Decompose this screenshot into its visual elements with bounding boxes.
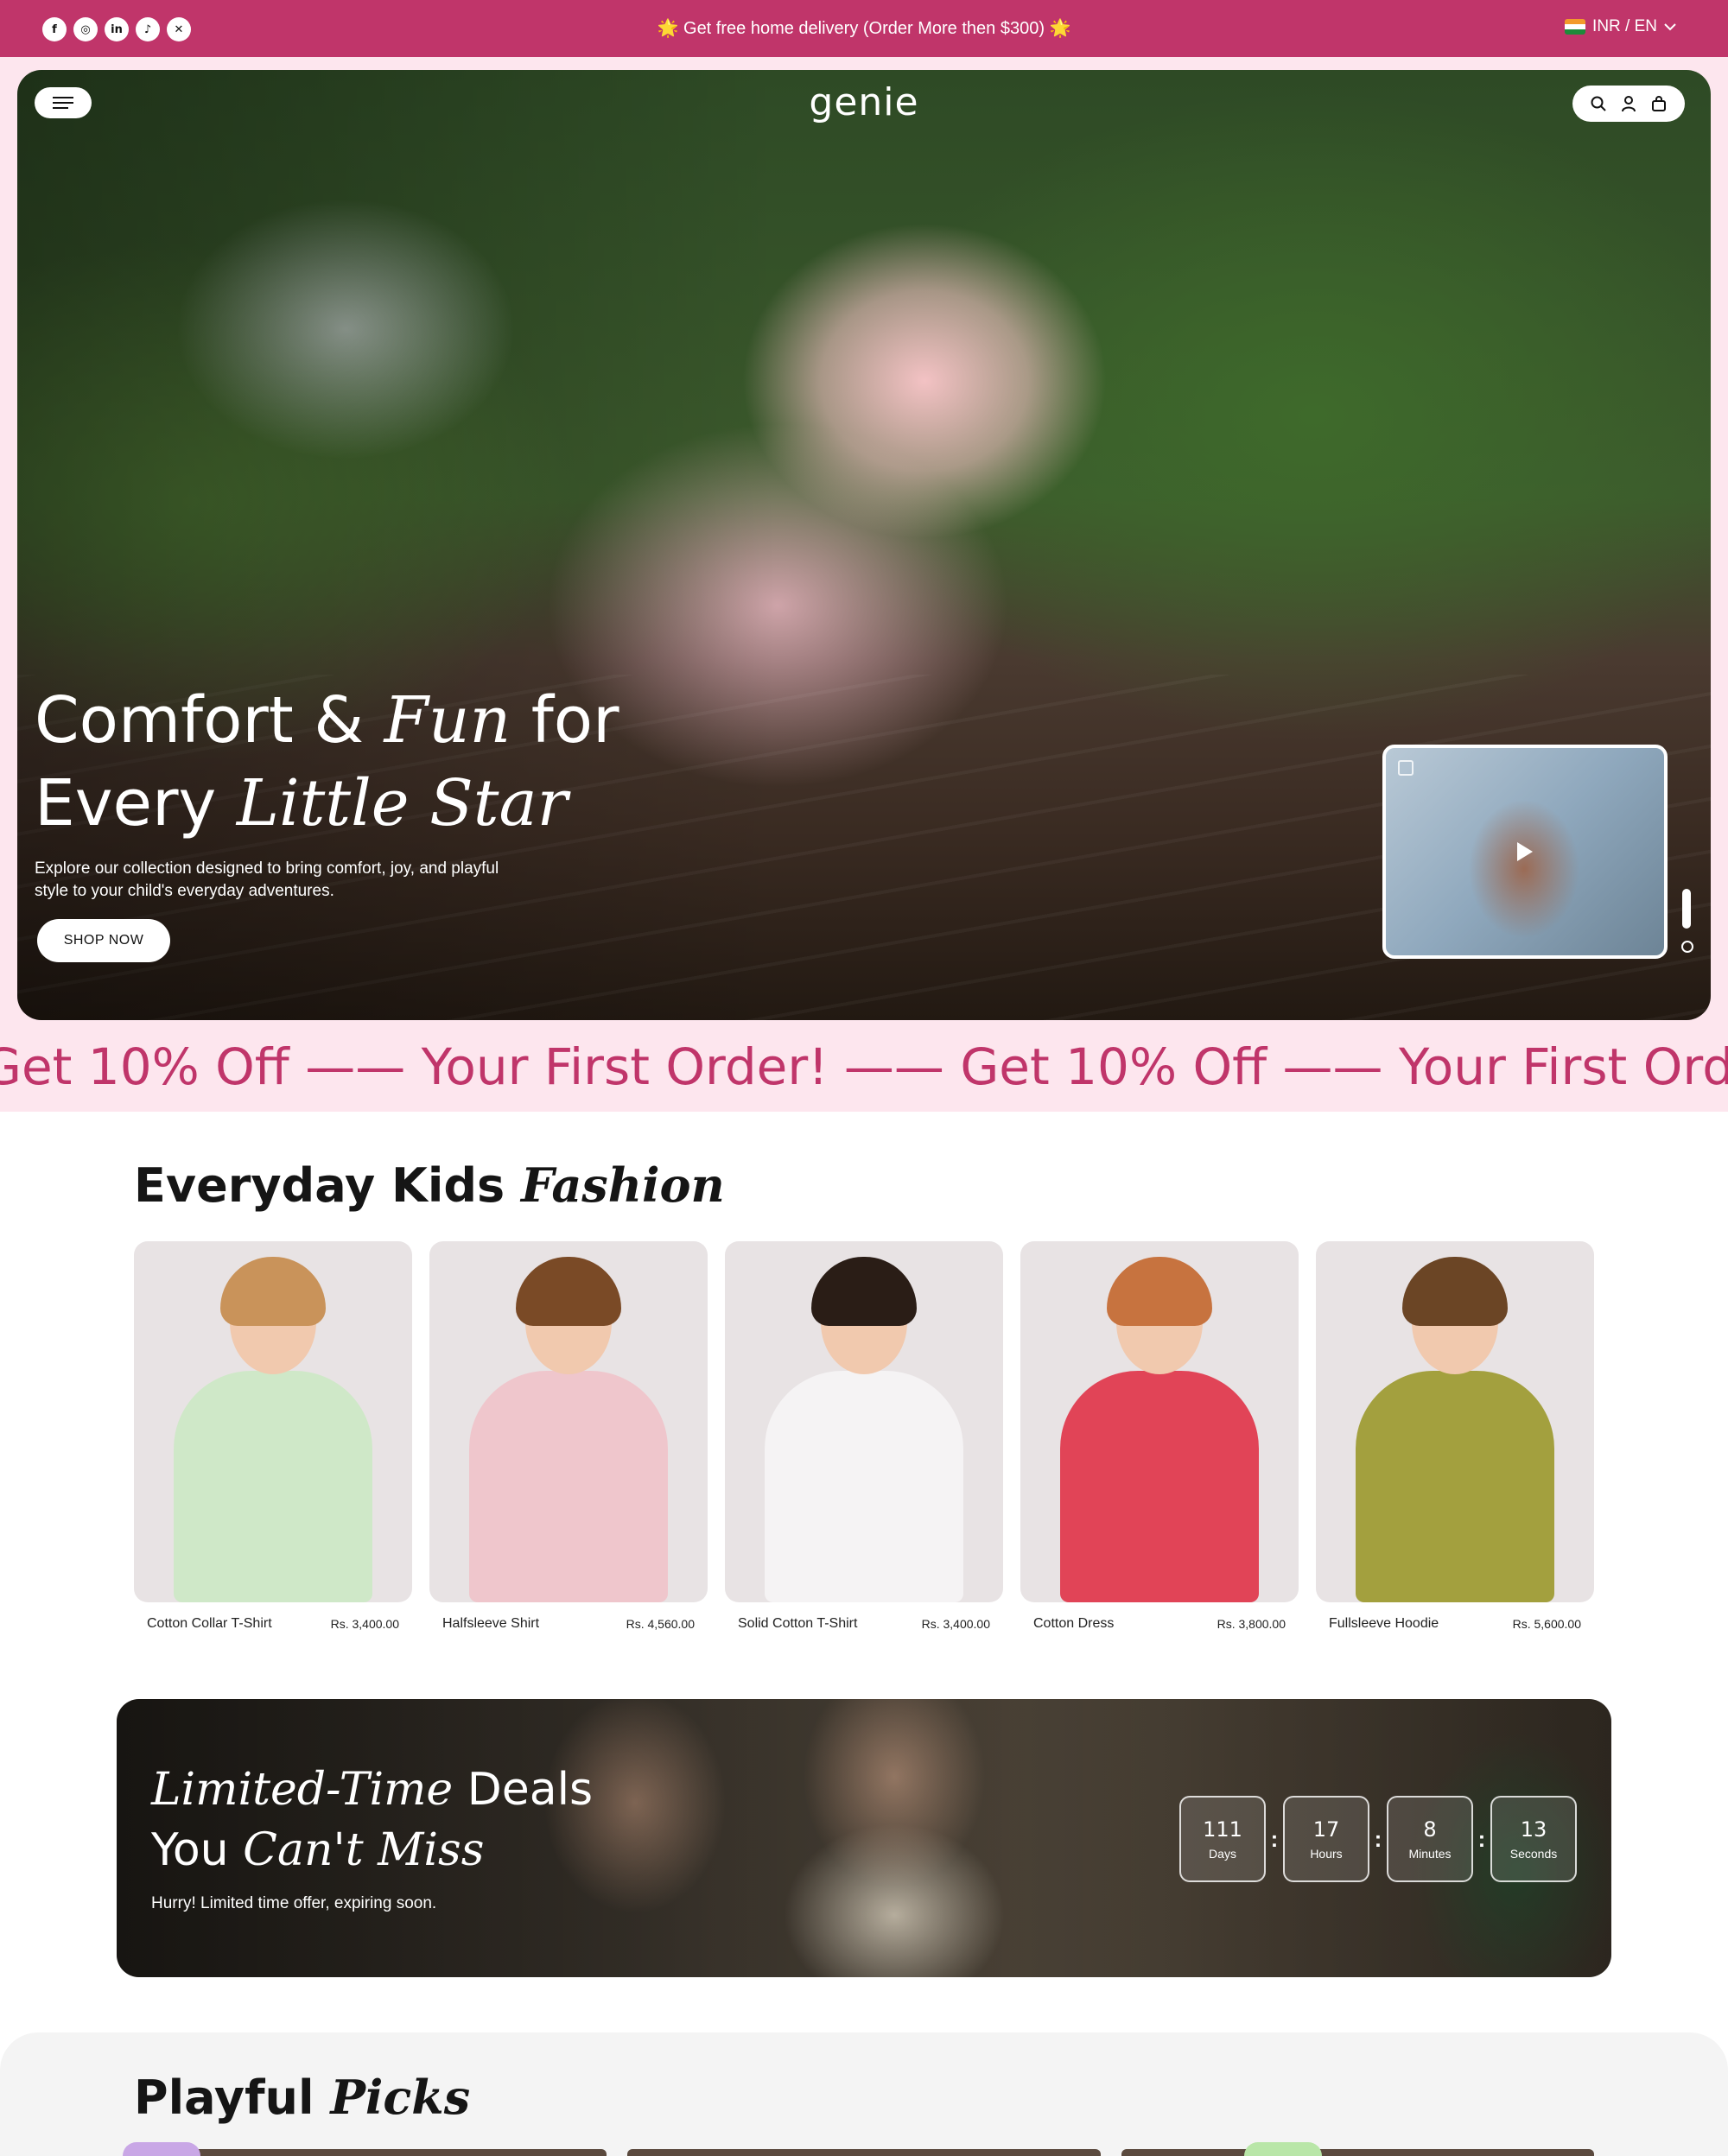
countdown-label: Minutes [1408,1847,1452,1861]
kid-figure [1356,1371,1554,1602]
kid-hair [1402,1257,1508,1326]
marquee-text: Get 10% Off —— Your First Order! —— Get … [0,1037,1728,1096]
hero-banner: genie Comfort & Fun for Every Little Sta… [17,70,1711,1020]
picks-card[interactable] [627,2149,1101,2156]
product-price: Rs. 4,560.00 [626,1617,695,1631]
section-title-emphasis: Fashion [520,1157,725,1213]
decorative-blob [123,2142,200,2156]
hero-title-text: Comfort & [35,683,384,758]
countdown-label: Hours [1310,1847,1343,1861]
hero-title-text: Every [35,766,237,840]
product-image[interactable] [725,1241,1003,1602]
product-name[interactable]: Halfsleeve Shirt [442,1616,539,1632]
announcement-bar: f ◎ in ♪ ✕ 🌟 Get free home delivery (Ord… [0,0,1728,57]
deals-title-emphasis: Limited-Time [151,1764,454,1816]
countdown-value: 13 [1520,1817,1547,1842]
header-tools [1572,86,1685,122]
countdown-label: Seconds [1509,1847,1558,1861]
countdown-value: 111 [1203,1817,1242,1842]
hero-title-text: for [511,683,619,758]
bag-icon[interactable] [1650,95,1668,112]
kid-figure [469,1371,668,1602]
picks-card-row [134,2149,1594,2156]
countdown-separator: : [1477,1825,1486,1852]
countdown-value: 8 [1423,1817,1437,1842]
hero-title: Comfort & Fun for Every Little Star [35,679,619,845]
deals-subtitle: Hurry! Limited time offer, expiring soon… [151,1894,437,1912]
product-name[interactable]: Cotton Dress [1033,1616,1114,1632]
slider-dot-active[interactable] [1682,889,1691,929]
product-image[interactable] [1020,1241,1299,1602]
product-name[interactable]: Cotton Collar T-Shirt [147,1616,272,1632]
kid-figure [174,1371,372,1602]
kid-hair [516,1257,621,1326]
countdown-minutes: 8 Minutes [1387,1796,1473,1882]
kid-hair [1107,1257,1212,1326]
countdown-timer: 111 Days : 17 Hours : 8 Minutes : 13 Seconds [1179,1796,1577,1882]
product-card[interactable]: Fullsleeve Hoodie Rs. 5,600.00 [1316,1241,1594,1632]
countdown-separator: : [1374,1825,1382,1852]
locale-selector[interactable]: INR / EN [1565,17,1676,36]
countdown-separator: : [1270,1825,1279,1852]
hero-title-emphasis: Little Star [236,766,569,840]
deals-title: Limited-Time Deals You Can't Miss [151,1760,593,1880]
user-icon[interactable] [1620,95,1637,112]
product-card[interactable]: Cotton Dress Rs. 3,800.00 [1020,1241,1299,1632]
india-flag-icon [1565,19,1586,35]
promo-text: 🌟 Get free home delivery (Order More the… [657,19,1071,38]
product-image[interactable] [429,1241,708,1602]
section-title-emphasis: Picks [330,2070,471,2125]
section-title: Playful Picks [134,2070,470,2125]
kid-hair [811,1257,917,1326]
picks-card[interactable] [1121,2149,1594,2156]
countdown-label: Days [1209,1847,1236,1861]
decorative-blob [1244,2142,1322,2156]
product-card[interactable]: Halfsleeve Shirt Rs. 4,560.00 [429,1241,708,1632]
countdown-seconds: 13 Seconds [1490,1796,1577,1882]
countdown-value: 17 [1312,1817,1340,1842]
product-grid: Cotton Collar T-Shirt Rs. 3,400.00 Halfsl… [134,1241,1594,1632]
kid-figure [765,1371,963,1602]
section-title-text: Everyday Kids [134,1158,521,1213]
video-thumbnail[interactable] [1382,745,1668,959]
section-title-text: Playful [134,2070,331,2125]
product-name[interactable]: Solid Cotton T-Shirt [738,1616,857,1632]
countdown-hours: 17 Hours [1283,1796,1369,1882]
locale-label: INR / EN [1592,17,1657,35]
site-logo[interactable]: genie [17,80,1711,124]
deals-banner: Limited-Time Deals You Can't Miss Hurry!… [117,1699,1611,1977]
expand-icon[interactable] [1398,760,1414,776]
deals-title-emphasis: Can't Miss [243,1824,485,1876]
picks-card[interactable] [134,2149,607,2156]
product-name[interactable]: Fullsleeve Hoodie [1329,1616,1439,1632]
promo-marquee: Get 10% Off —— Your First Order! —— Get … [0,1020,1728,1112]
deals-title-text: You [151,1824,244,1876]
product-image[interactable] [134,1241,412,1602]
hero-title-emphasis: Fun [384,683,511,758]
chevron-down-icon [1664,23,1676,31]
product-card[interactable]: Solid Cotton T-Shirt Rs. 3,400.00 [725,1241,1003,1632]
kid-figure [1060,1371,1259,1602]
product-price: Rs. 3,400.00 [921,1617,990,1631]
hero-subtitle: Explore our collection designed to bring… [35,859,499,900]
shop-now-button[interactable]: SHOP NOW [37,919,170,962]
product-price: Rs. 3,400.00 [330,1617,399,1631]
play-icon[interactable] [1517,842,1533,861]
product-price: Rs. 5,600.00 [1512,1617,1581,1631]
section-title: Everyday Kids Fashion [134,1157,725,1213]
product-card[interactable]: Cotton Collar T-Shirt Rs. 3,400.00 [134,1241,412,1632]
product-image[interactable] [1316,1241,1594,1602]
slider-dot[interactable] [1681,941,1693,953]
product-price: Rs. 3,800.00 [1217,1617,1286,1631]
countdown-days: 111 Days [1179,1796,1266,1882]
kid-hair [220,1257,326,1326]
deals-title-text: Deals [453,1764,594,1816]
search-icon[interactable] [1590,95,1607,112]
